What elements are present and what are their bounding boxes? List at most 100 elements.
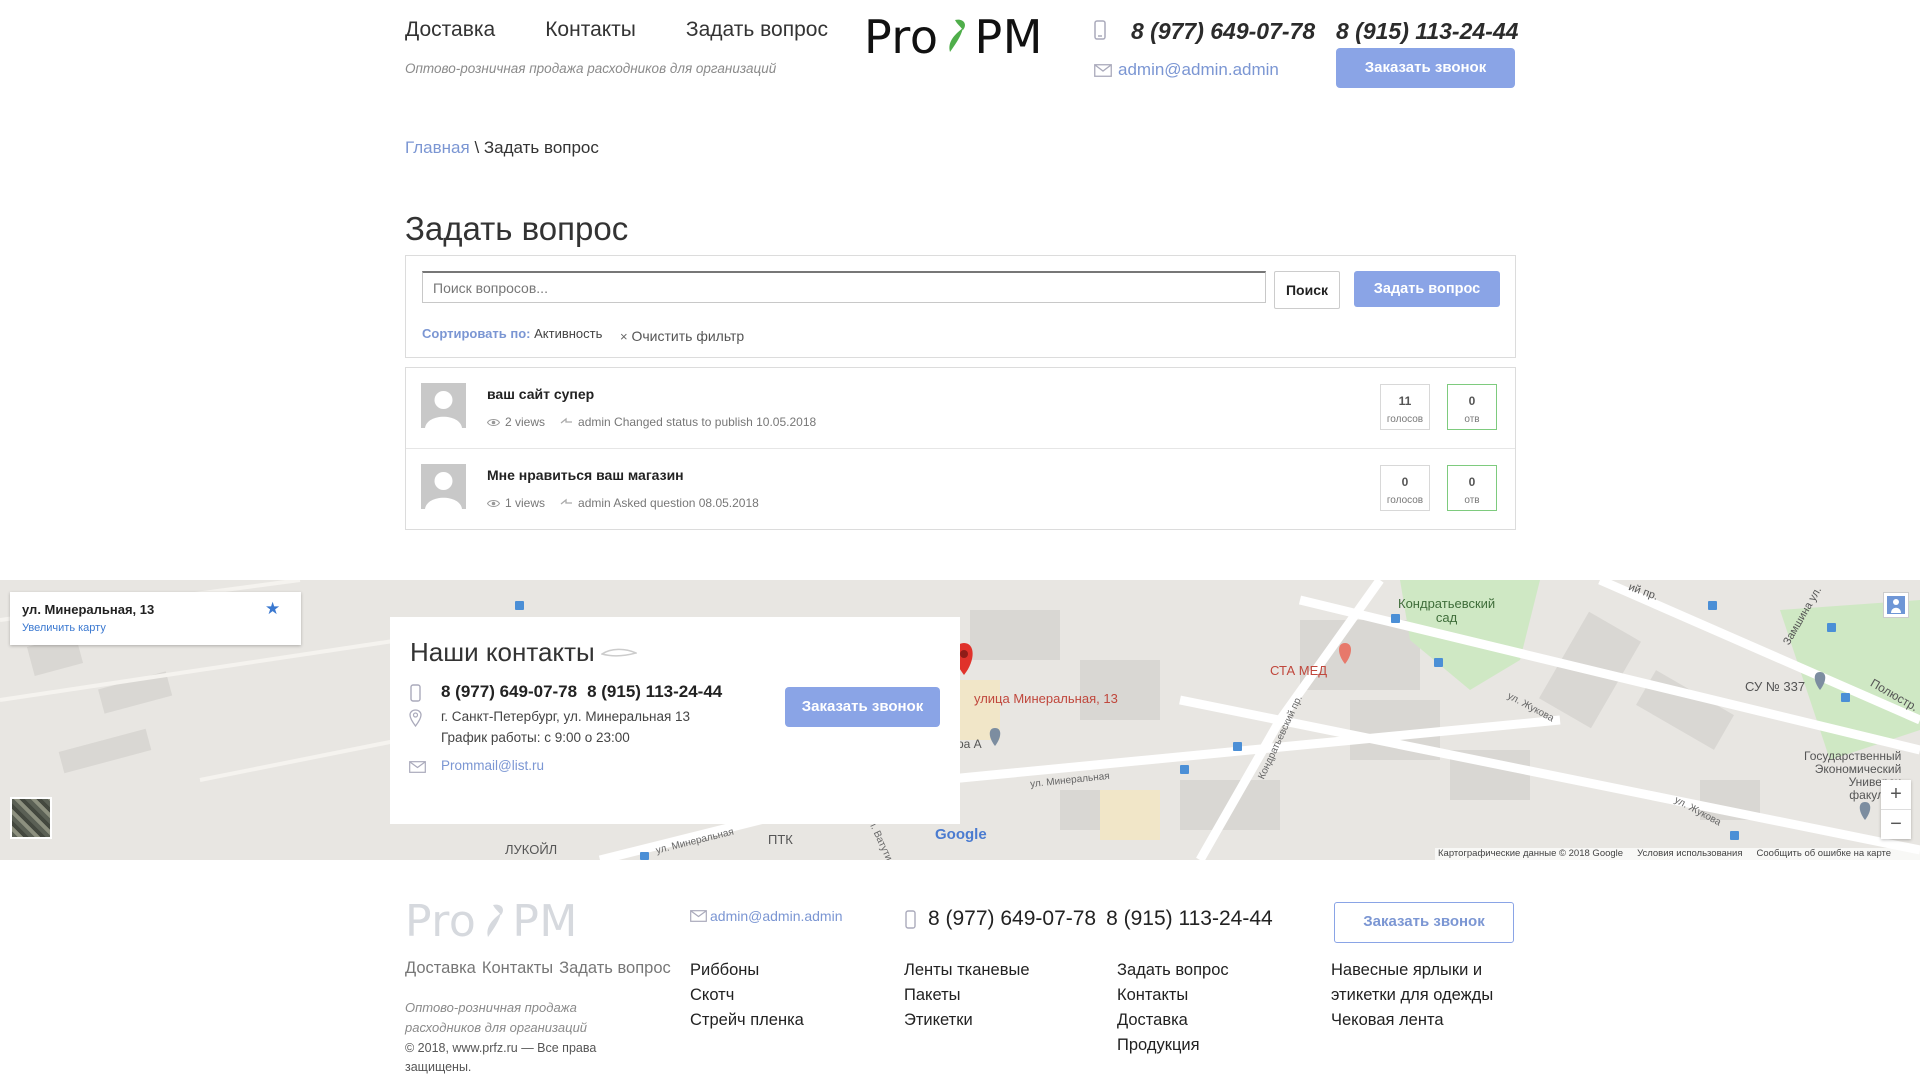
zoom-in-button[interactable]: + xyxy=(1881,780,1911,810)
question-views: 2 views xyxy=(505,415,546,429)
footer-call-button[interactable]: Заказать звонок xyxy=(1334,902,1514,943)
questions-list: ваш сайт супер 2 views admin Changed sta… xyxy=(405,367,1516,530)
eye-icon xyxy=(487,499,500,507)
leaf-icon xyxy=(487,904,504,937)
attribution-terms[interactable]: Условия использования xyxy=(1637,848,1742,860)
leaf-icon xyxy=(949,19,966,52)
main-nav: Доставка Контакты Задать вопрос xyxy=(405,18,828,42)
header-email[interactable]: admin@admin.admin xyxy=(1094,60,1279,80)
list-item[interactable]: Мне нравиться ваш магазин 1 views admin … xyxy=(406,448,1515,529)
mail-icon xyxy=(409,761,426,773)
sort-label: Сортировать по: xyxy=(422,326,531,341)
google-logo: Google xyxy=(935,826,987,843)
location-pin-icon xyxy=(409,709,422,727)
header-logo[interactable]: Pro PM xyxy=(864,10,1043,64)
avatar xyxy=(421,464,466,509)
sort-control[interactable]: Сортировать по: Активность xyxy=(422,326,602,341)
clear-filter[interactable]: × Очистить фильтр xyxy=(620,328,744,344)
attribution-data: Картографические данные © 2018 Google xyxy=(1438,848,1624,859)
activity-icon xyxy=(560,417,573,424)
header-call-button[interactable]: Заказать звонок xyxy=(1336,48,1515,88)
footer-email-text: admin@admin.admin xyxy=(710,908,843,924)
contacts-title: Наши контакты xyxy=(410,637,637,668)
breadcrumb-home[interactable]: Главная xyxy=(405,138,470,157)
votes-label: голосов xyxy=(1386,495,1424,506)
votes-label: голосов xyxy=(1386,414,1424,425)
phone-icon xyxy=(905,910,916,929)
mail-icon xyxy=(690,910,707,922)
list-item[interactable]: ваш сайт супер 2 views admin Changed sta… xyxy=(406,368,1515,448)
map[interactable]: Кондратьевский сад СТА МЕД улица Минерал… xyxy=(0,580,1920,860)
votes-number: 0 xyxy=(1401,475,1409,489)
nav-delivery[interactable]: Доставка xyxy=(405,18,495,42)
header-phone-2[interactable]: 8 (915) 113-24-44 xyxy=(1336,18,1518,45)
footer-phones: 8 (977) 649-07-78 8 (915) 113-24-44 xyxy=(928,907,1273,931)
footer-phone-2[interactable]: 8 (915) 113-24-44 xyxy=(1106,907,1273,931)
contacts-call-button[interactable]: Заказать звонок xyxy=(785,687,940,727)
question-meta: 2 views admin Changed status to publish … xyxy=(487,415,816,429)
footer-nav-ask[interactable]: Задать вопрос xyxy=(559,959,671,978)
footer-copyright: © 2018, www.prfz.ru — Все права защищены… xyxy=(405,1041,597,1074)
footer-tagline: Оптово-розничная продажа расходников для… xyxy=(405,1000,588,1035)
map-place-title: ул. Минеральная, 13 xyxy=(22,602,155,617)
footer-logo-text-right: PM xyxy=(512,896,578,947)
footer-link-products[interactable]: Продукция xyxy=(1117,1033,1229,1058)
footer-link-tape[interactable]: Скотч xyxy=(690,983,804,1008)
map-enlarge-link[interactable]: Увеличить карту xyxy=(22,622,106,634)
contacts-phone-2[interactable]: 8 (915) 113-24-44 xyxy=(587,682,722,702)
footer-link-ribbons[interactable]: Риббоны xyxy=(690,958,804,983)
footer-phone-1[interactable]: 8 (977) 649-07-78 xyxy=(928,907,1096,931)
map-label-ra: ра А xyxy=(957,737,982,751)
contacts-phone-1[interactable]: 8 (977) 649-07-78 xyxy=(441,682,577,702)
votes-count: 0 голосов xyxy=(1380,465,1430,511)
footer-logo-text-left: Pro xyxy=(405,896,477,947)
breadcrumb: Главная \ Задать вопрос xyxy=(405,138,599,158)
question-activity: admin Changed status to publish 10.05.20… xyxy=(578,415,817,429)
footer-nav: Доставка Контакты Задать вопрос xyxy=(405,959,671,978)
footer-link-bags[interactable]: Пакеты xyxy=(904,983,1030,1008)
footer-nav-contacts[interactable]: Контакты xyxy=(482,959,553,978)
street-view-pegman-icon[interactable] xyxy=(1883,592,1909,618)
footer-link-fabric[interactable]: Ленты тканевые xyxy=(904,958,1030,983)
map-label-su: СУ № 337 xyxy=(1745,679,1806,694)
search-input[interactable]: Поиск вопросов... xyxy=(422,271,1266,303)
footer-link-receipt-tape[interactable]: Чековая лента xyxy=(1331,1008,1511,1033)
avatar xyxy=(421,383,466,428)
footer-link-delivery[interactable]: Доставка xyxy=(1117,1008,1229,1033)
header-phone-1[interactable]: 8 (977) 649-07-78 xyxy=(1131,18,1315,45)
footer-link-ask[interactable]: Задать вопрос xyxy=(1117,958,1229,983)
map-place-card: ул. Минеральная, 13 Увеличить карту ★ xyxy=(10,592,301,645)
question-views: 1 views xyxy=(505,496,546,510)
user-silhouette-icon xyxy=(425,472,462,509)
contacts-email[interactable]: Prommail@list.ru xyxy=(441,758,544,773)
header-email-text: admin@admin.admin xyxy=(1118,60,1279,79)
footer-link-stretch[interactable]: Стрейч пленка xyxy=(690,1008,804,1033)
footer-email[interactable]: admin@admin.admin xyxy=(690,908,843,924)
logo-text-left: Pro xyxy=(864,10,939,64)
footer-link-hang-tags[interactable]: Навесные ярлыки и этикетки для одежды xyxy=(1331,958,1511,1008)
satellite-toggle[interactable] xyxy=(10,797,52,839)
question-title[interactable]: Мне нравиться ваш магазин xyxy=(487,467,684,483)
question-title[interactable]: ваш сайт супер xyxy=(487,386,594,402)
ask-question-button[interactable]: Задать вопрос xyxy=(1354,271,1500,307)
star-icon[interactable]: ★ xyxy=(265,599,280,619)
footer-logo[interactable]: Pro PM xyxy=(405,896,578,947)
clear-filter-label: Очистить фильтр xyxy=(631,328,745,344)
search-button[interactable]: Поиск xyxy=(1274,271,1340,309)
footer-link-contacts[interactable]: Контакты xyxy=(1117,983,1229,1008)
user-silhouette-icon xyxy=(425,391,462,428)
nav-contacts[interactable]: Контакты xyxy=(545,18,636,42)
zoom-out-button[interactable]: − xyxy=(1881,810,1911,839)
attribution-report[interactable]: Сообщить об ошибке на карте xyxy=(1757,848,1892,860)
breadcrumb-current: Задать вопрос xyxy=(483,138,599,157)
sort-value: Активность xyxy=(534,326,603,341)
phone-icon xyxy=(410,684,421,702)
page-title: Задать вопрос xyxy=(405,210,629,247)
footer-nav-delivery[interactable]: Доставка xyxy=(405,959,476,978)
answers-count: 0 отв xyxy=(1447,384,1497,430)
answers-number: 0 xyxy=(1468,475,1476,489)
mail-icon xyxy=(1094,63,1112,77)
footer-link-labels[interactable]: Этикетки xyxy=(904,1008,1030,1033)
nav-ask-question[interactable]: Задать вопрос xyxy=(686,18,828,42)
contacts-phones: 8 (977) 649-07-78 8 (915) 113-24-44 xyxy=(441,682,722,702)
